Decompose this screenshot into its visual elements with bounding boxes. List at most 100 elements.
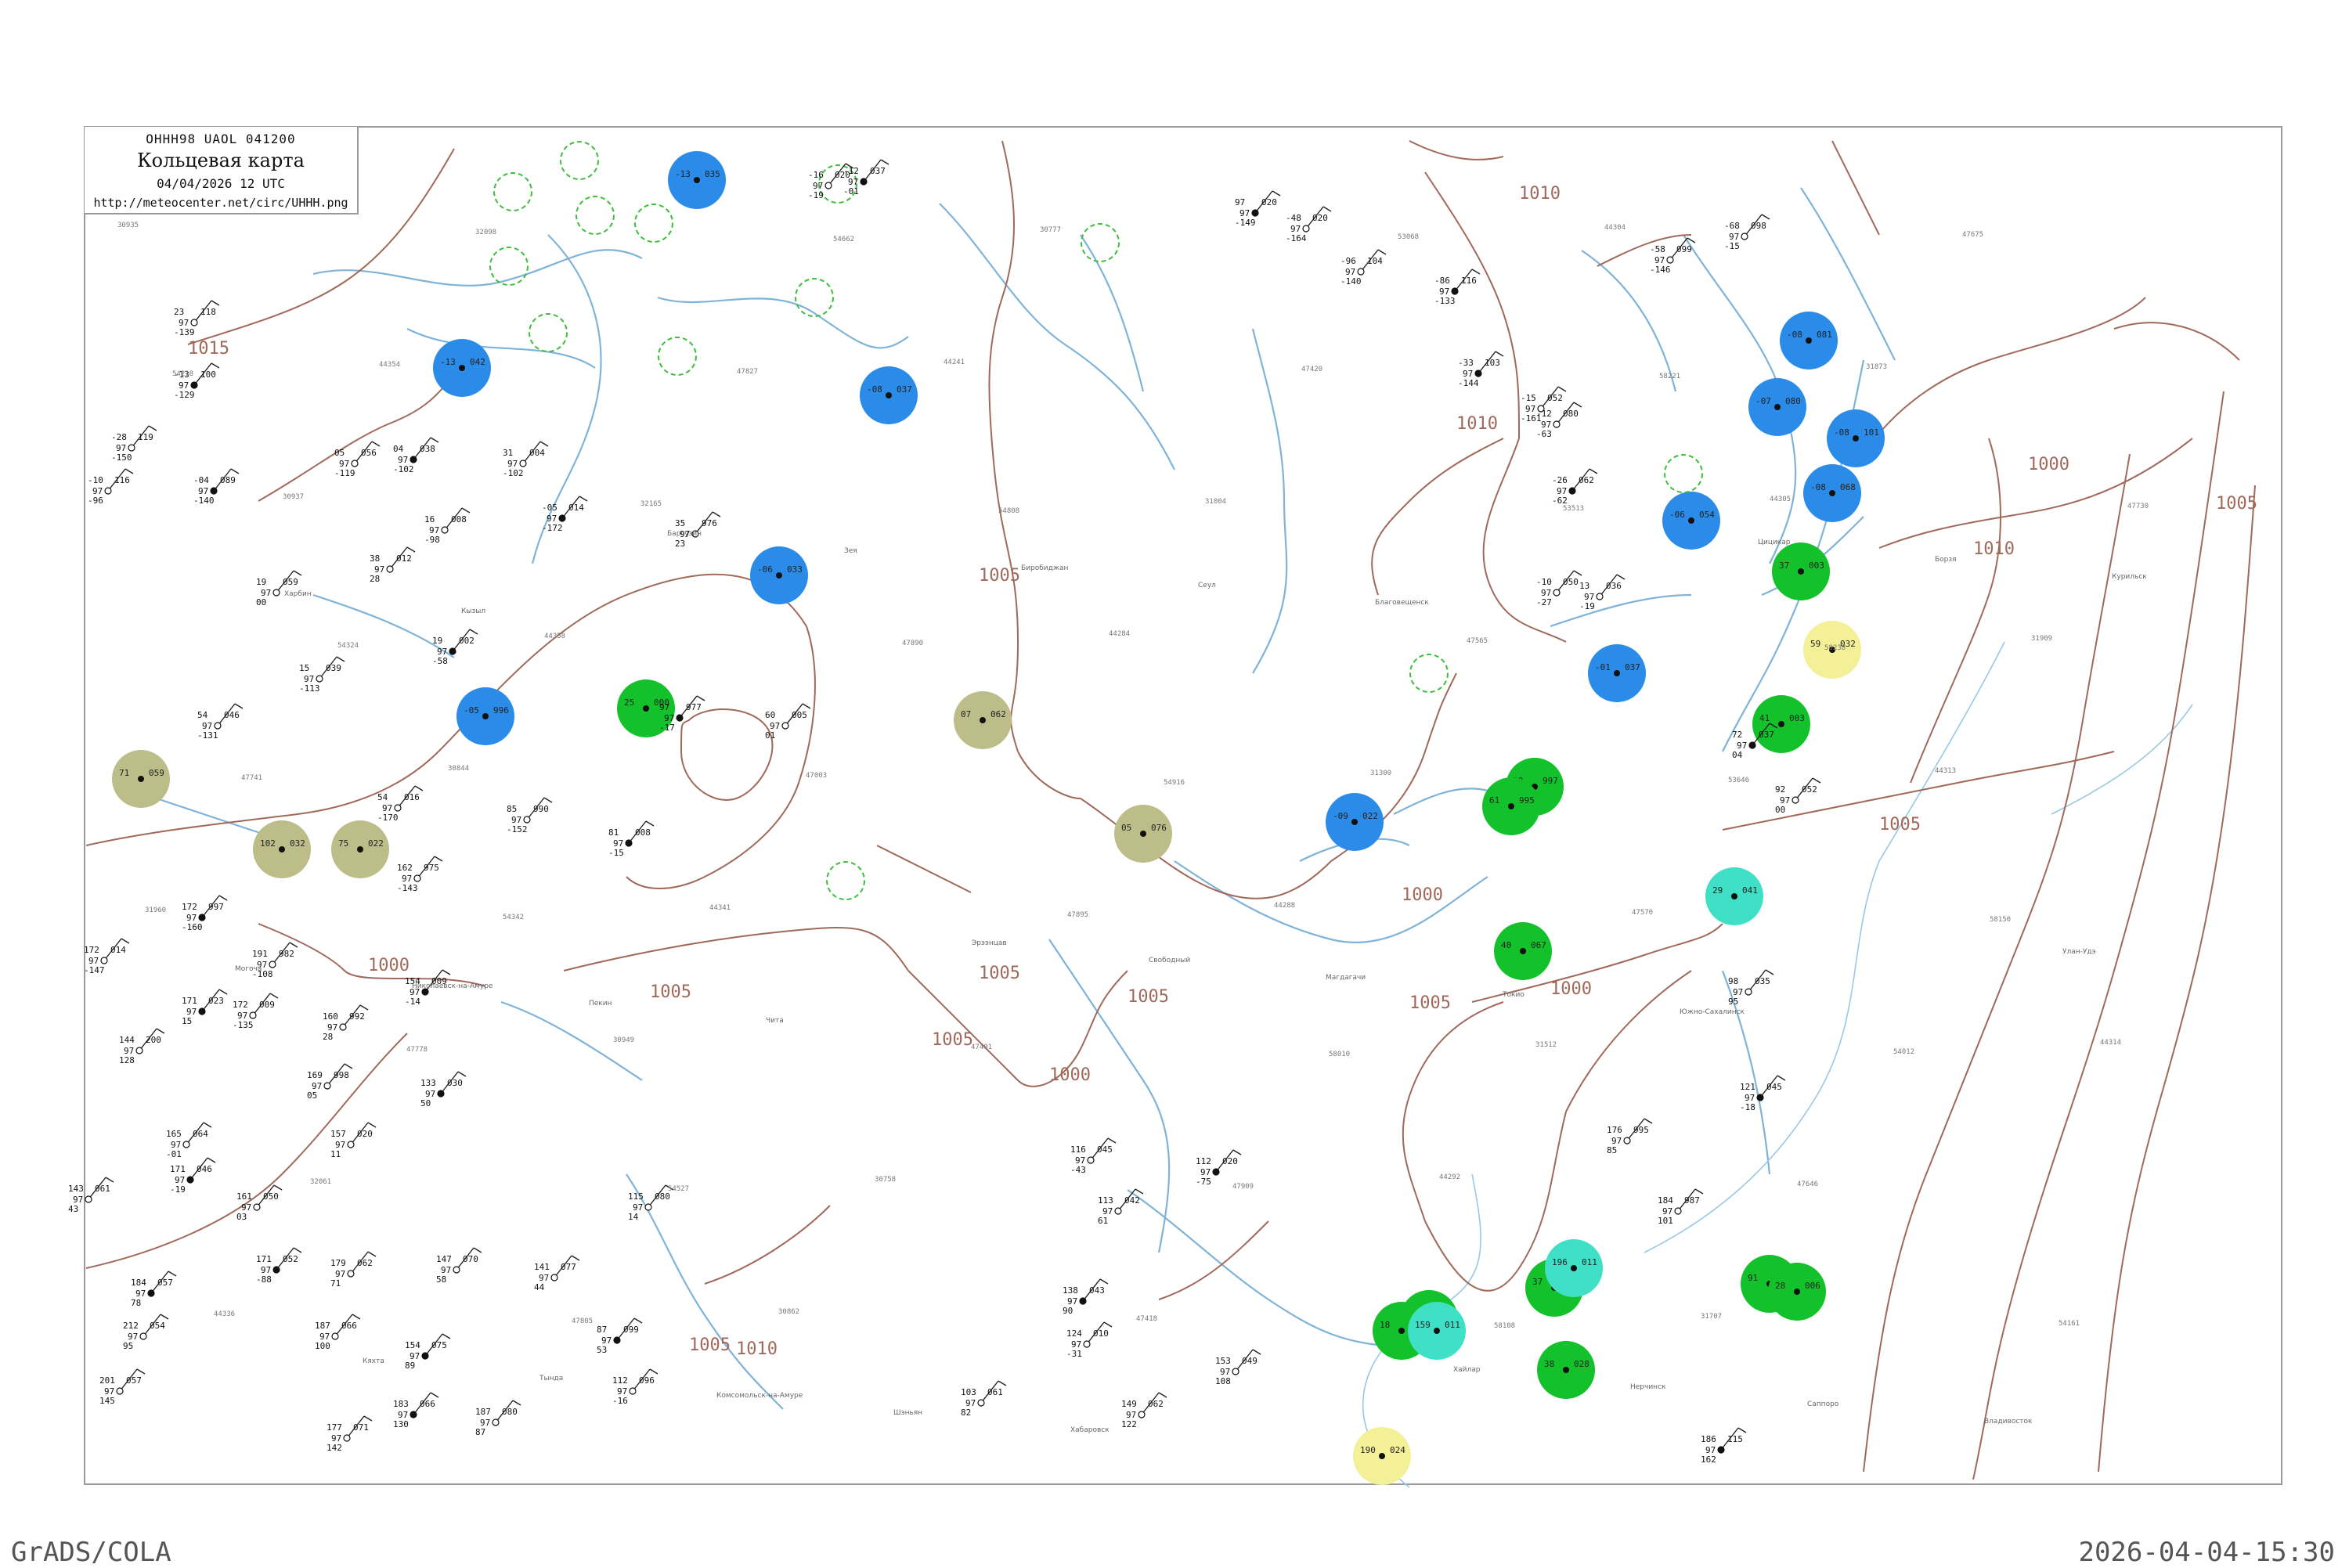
footer-timestamp: 2026-04-04-15:30 [2078, 1537, 2335, 1568]
station-id: 30844 [448, 765, 469, 773]
isobar-label: 1005 [2216, 494, 2257, 514]
station-temp: 97 [659, 702, 669, 712]
marker-pressure: 006 [1805, 1281, 1820, 1291]
station-id: 44241 [944, 359, 965, 366]
station-dewpoint: -129 [174, 390, 195, 400]
station-id: 44336 [214, 1310, 235, 1318]
station-pressure: 037 [870, 166, 886, 176]
city-label: Могоча [235, 965, 262, 973]
station-temp: 172 [233, 1000, 248, 1010]
station-id: 47401 [971, 1044, 992, 1051]
marker-temp: 07 [961, 709, 971, 719]
cloud-cover-icon [1717, 1446, 1725, 1454]
station-id: 44288 [1274, 902, 1295, 910]
cloud-cover-icon [147, 1289, 155, 1297]
station-id: 30949 [613, 1036, 634, 1044]
station-dewpoint: 03 [236, 1212, 247, 1222]
snow-marker: -05 996 [456, 687, 514, 745]
station-dewpoint: -140 [193, 496, 215, 506]
cloud-cover-icon [1568, 487, 1576, 495]
station-pressure: 049 [1242, 1356, 1257, 1366]
station-dewpoint: -152 [507, 824, 528, 834]
station-pressure: 004 [529, 448, 545, 458]
station-dot [694, 177, 700, 183]
station-dewpoint: -98 [424, 535, 440, 545]
marker-temp: 190 [1360, 1445, 1376, 1455]
station-dewpoint: -172 [542, 523, 563, 533]
station-temp: 97 [1235, 197, 1245, 207]
station-temp: 138 [1063, 1285, 1078, 1296]
isobar-label: 1005 [932, 1030, 973, 1050]
station-id: 32098 [475, 229, 496, 236]
station-dot [357, 846, 363, 852]
city-label: Хайлар [1453, 1366, 1481, 1374]
station-pressure: 005 [792, 710, 807, 720]
station-id: 31512 [1535, 1041, 1557, 1049]
station-pressure: 050 [263, 1191, 279, 1202]
station-temp: -16 [808, 170, 824, 180]
station-temp: 112 [1196, 1156, 1211, 1166]
city-label: Борзя [1935, 556, 1957, 564]
cloud-cover-icon [421, 1352, 429, 1360]
station-pressure: 089 [220, 475, 236, 485]
station-pressure: 975 [424, 863, 439, 873]
station-pressure: 042 [1124, 1195, 1140, 1206]
station-dewpoint: 61 [1098, 1216, 1108, 1226]
cloud-cover-icon [1756, 1094, 1764, 1101]
marker-pressure: 022 [368, 838, 384, 849]
map-url[interactable]: http://meteocenter.net/circ/UHHH.png [85, 196, 357, 210]
cloud-cover-icon [629, 1387, 637, 1395]
cloud-cover-icon [210, 487, 218, 495]
station-dewpoint: -119 [334, 468, 355, 478]
city-label: Харбин [284, 590, 312, 598]
cloud-cover-icon [1232, 1368, 1239, 1375]
station-temp: -12 [1536, 409, 1552, 419]
station-temp: 171 [256, 1254, 272, 1264]
station-pressure: 061 [95, 1184, 110, 1194]
map-datetime: 04/04/2026 12 UTC [157, 176, 285, 191]
marker-pressure: 996 [493, 705, 509, 716]
station-pressure: 016 [404, 792, 420, 802]
map-name: Кольцевая карта [137, 150, 305, 171]
station-temp: 171 [170, 1164, 186, 1174]
station-temp: 15 [299, 663, 309, 673]
marker-temp: 25 [624, 697, 634, 708]
station-temp: 176 [1607, 1125, 1622, 1135]
station-temp: 172 [84, 945, 99, 955]
station-dewpoint: 145 [99, 1396, 115, 1406]
station-id: 30758 [875, 1176, 896, 1184]
station-pressure: 100 [200, 369, 216, 380]
station-temp: 149 [1121, 1399, 1137, 1409]
station-id: 58221 [1659, 373, 1680, 380]
station-pressure: 061 [987, 1387, 1003, 1397]
station-pressure: 008 [451, 514, 467, 524]
station-id: 47418 [1136, 1315, 1157, 1323]
station-temp: -58 [1650, 244, 1665, 254]
cloud-cover-icon [1302, 225, 1310, 232]
isobar-label: 1000 [1550, 979, 1592, 999]
station-id: 47805 [572, 1317, 593, 1325]
marker-temp: 102 [260, 838, 276, 849]
cloud-cover-icon [128, 444, 135, 452]
station-dot [1614, 670, 1620, 676]
snow-marker: -09 022 [1326, 793, 1384, 851]
isobar-label: 1005 [979, 566, 1020, 586]
marker-pressure: 042 [470, 357, 485, 367]
station-temp: 165 [166, 1129, 182, 1139]
station-dewpoint: 87 [475, 1427, 485, 1437]
marker-pressure: 022 [1362, 811, 1378, 821]
cloud-cover-icon [343, 1434, 351, 1442]
cloud-cover-icon [781, 722, 789, 730]
station-temp: 38 [370, 553, 380, 564]
station-id: 47420 [1301, 366, 1322, 373]
station-dewpoint: -15 [608, 848, 624, 858]
station-dot [886, 392, 892, 398]
city-label: Курильск [2112, 573, 2147, 581]
station-temp: -05 [542, 503, 557, 513]
station-dot [776, 572, 782, 579]
station-dot [1571, 1265, 1577, 1271]
cloud-cover-icon [1114, 1207, 1122, 1215]
station-dewpoint: 23 [675, 539, 685, 549]
cloud-cover-icon [519, 460, 527, 467]
station-pressure: 020 [1222, 1156, 1238, 1166]
